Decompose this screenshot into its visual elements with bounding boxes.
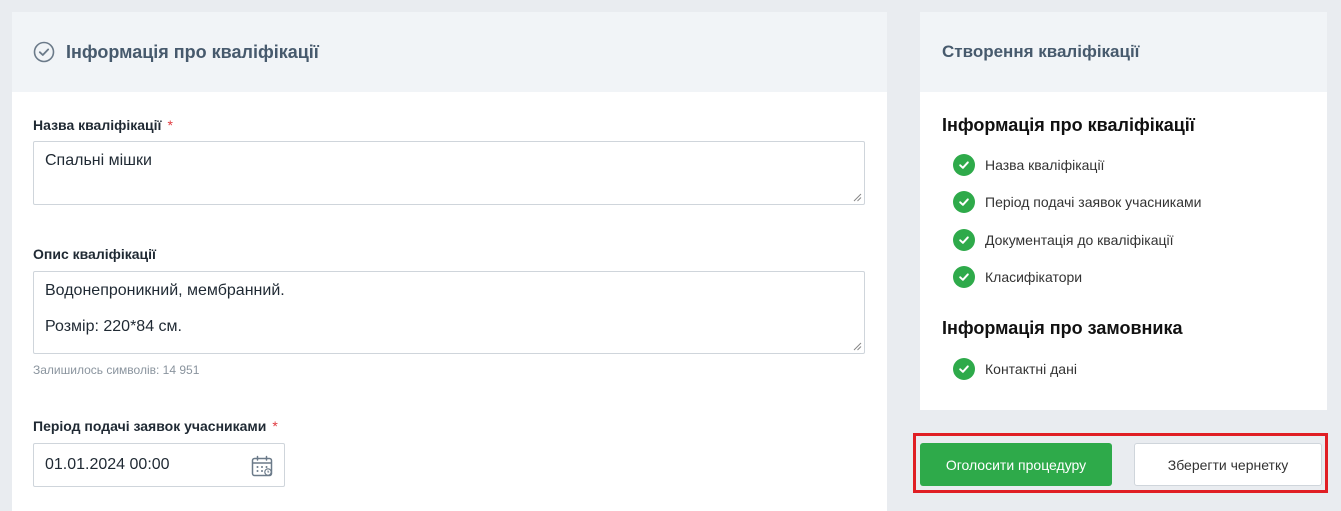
resize-grip-icon[interactable] (853, 193, 862, 202)
period-field-label-text: Період подачі заявок учасниками (33, 418, 267, 434)
check-icon (953, 358, 975, 380)
check-circle-icon (33, 41, 55, 63)
check-icon (953, 266, 975, 288)
required-mark: * (167, 117, 173, 133)
section-info-title: Інформація про кваліфікації (942, 115, 1195, 135)
step-item[interactable]: Документація до кваліфікації (953, 229, 1174, 251)
description-field-label-text: Опис кваліфікації (33, 246, 156, 262)
calendar-icon[interactable] (250, 454, 274, 478)
qualification-info-panel: Інформація про кваліфікації Назва кваліф… (12, 12, 887, 511)
announce-procedure-button[interactable]: Оголосити процедуру (920, 443, 1112, 486)
step-label: Документація до кваліфікації (985, 232, 1174, 248)
name-field-label: Назва кваліфікації * (33, 117, 173, 133)
description-field-label: Опис кваліфікації (33, 246, 156, 262)
name-field-label-text: Назва кваліфікації (33, 117, 162, 133)
period-field-label: Період подачі заявок учасниками * (33, 418, 278, 434)
check-icon (953, 191, 975, 213)
chars-left-counter: Залишилось символів: 14 951 (33, 363, 200, 377)
step-label: Класифікатори (985, 269, 1083, 285)
period-date-value: 01.01.2024 00:00 (45, 456, 170, 473)
required-mark: * (272, 418, 278, 434)
page-title: Інформація про кваліфікації (66, 41, 319, 62)
qualification-info-header: Інформація про кваліфікації (12, 12, 887, 92)
step-label: Назва кваліфікації (985, 157, 1105, 173)
check-icon (953, 229, 975, 251)
name-field-value: Спальні мішки (45, 152, 152, 169)
period-date-input[interactable]: 01.01.2024 00:00 (33, 443, 285, 487)
section-customer-title: Інформація про замовника (942, 318, 1183, 338)
step-label: Контактні дані (985, 361, 1077, 377)
description-field[interactable]: Водонепроникний, мембранний. Розмір: 220… (33, 271, 865, 354)
step-label: Період подачі заявок учасниками (985, 194, 1202, 210)
step-item[interactable]: Період подачі заявок учасниками (953, 191, 1201, 213)
description-line-2: Розмір: 220*84 см. (45, 318, 182, 335)
step-item[interactable]: Контактні дані (953, 358, 1077, 380)
creation-progress-title: Створення кваліфікації (942, 42, 1140, 61)
resize-grip-icon[interactable] (853, 342, 862, 351)
save-draft-button[interactable]: Зберегти чернетку (1134, 443, 1322, 486)
description-line-1: Водонепроникний, мембранний. (45, 282, 285, 299)
check-icon (953, 154, 975, 176)
step-item[interactable]: Назва кваліфікації (953, 154, 1104, 176)
name-field[interactable]: Спальні мішки (33, 141, 865, 205)
step-item[interactable]: Класифікатори (953, 266, 1082, 288)
creation-progress-panel: Створення кваліфікації Інформація про кв… (920, 12, 1327, 410)
creation-progress-header: Створення кваліфікації (920, 12, 1327, 92)
